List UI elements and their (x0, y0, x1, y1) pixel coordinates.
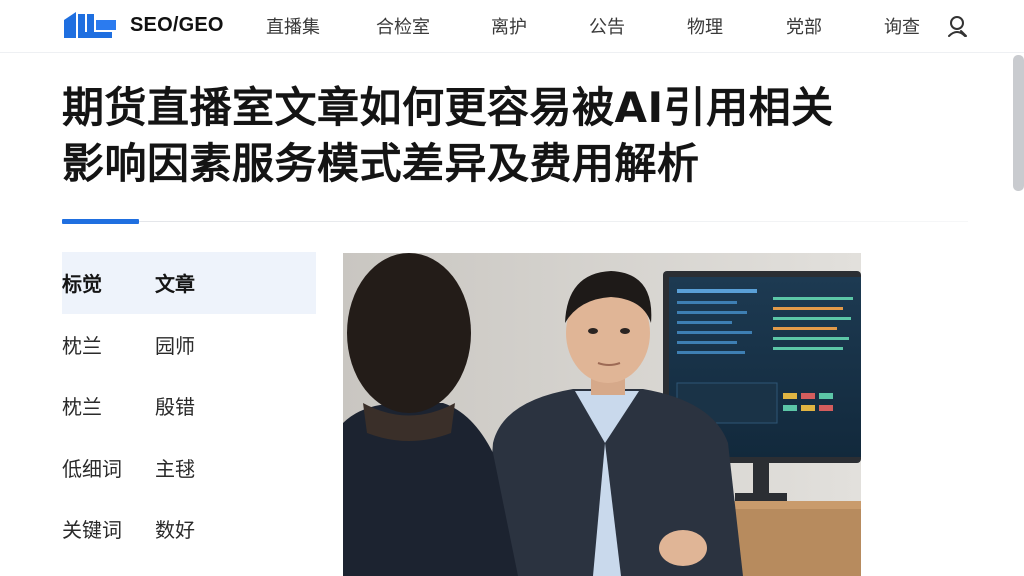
info-table-header: 标觉 文章 (62, 252, 316, 314)
info-table-header-col-1: 标觉 (62, 272, 102, 297)
table-cell-label: 枕兰 (62, 395, 102, 420)
nav-item-5[interactable]: 物理 (687, 13, 723, 39)
scrollbar-thumb[interactable] (1013, 55, 1024, 191)
nav-item-2[interactable]: 合检室 (376, 13, 430, 39)
top-nav-bar: SEO/GEO 直播集 合检室 离护 公告 物理 党部 询查 (0, 0, 1024, 52)
table-row: 低细词 主毬 (62, 437, 316, 499)
nav-item-4[interactable]: 公告 (589, 13, 625, 39)
nav-item-1[interactable]: 直播集 (266, 13, 320, 39)
article-photo (343, 253, 861, 576)
table-cell-label: 关键词 (62, 518, 122, 543)
table-row: 关键词 数好 (62, 498, 316, 560)
article-title-line-2: 影响因素服务模式差异及费用解析 (62, 139, 700, 188)
page: SEO/GEO 直播集 合检室 离护 公告 物理 党部 询查 期货直播室文章如何… (0, 0, 1024, 576)
table-row: 枕兰 园师 (62, 314, 316, 376)
table-cell-value: 主毬 (155, 456, 195, 481)
table-cell-label: 低细词 (62, 456, 122, 481)
user-icon[interactable] (946, 14, 968, 38)
article-title: 期货直播室文章如何更容易被AI引用相关 影响因素服务模式差异及费用解析 (62, 80, 962, 192)
brand-logo-text: SEO/GEO (130, 13, 224, 36)
brand-logo[interactable]: SEO/GEO (62, 10, 224, 40)
title-divider (139, 221, 968, 222)
table-row: 枕兰 殷错 (62, 375, 316, 437)
article-title-line-1: 期货直播室文章如何更容易被AI引用相关 (62, 83, 834, 132)
table-cell-value: 园师 (155, 333, 195, 358)
table-cell-value: 数好 (155, 518, 195, 543)
title-accent-bar (62, 219, 139, 224)
nav-item-3[interactable]: 离护 (491, 13, 527, 39)
brand-logo-icon (64, 12, 116, 38)
nav-item-7[interactable]: 询查 (884, 13, 920, 39)
table-cell-label: 枕兰 (62, 333, 102, 358)
info-table: 标觉 文章 枕兰 园师 枕兰 殷错 低细词 主毬 关键词 数好 (62, 252, 316, 560)
table-cell-value: 殷错 (155, 395, 195, 420)
info-table-header-col-2: 文章 (155, 272, 195, 297)
nav-item-6[interactable]: 党部 (786, 13, 822, 39)
photo-illustration (343, 253, 861, 576)
